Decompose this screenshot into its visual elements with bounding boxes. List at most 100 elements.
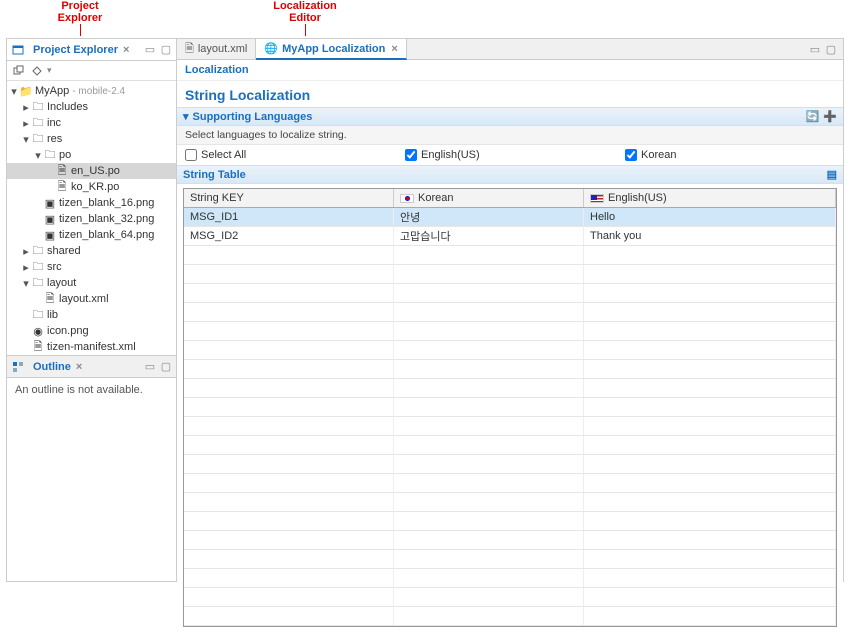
cell-english[interactable] [584, 322, 836, 340]
editor-tab-layout[interactable]: 🗎 layout.xml [177, 39, 256, 59]
cell-korean[interactable] [394, 341, 584, 359]
table-row[interactable] [184, 417, 836, 436]
cell-key[interactable] [184, 360, 394, 378]
cell-key[interactable] [184, 322, 394, 340]
table-row[interactable]: MSG_ID1안녕Hello [184, 208, 836, 227]
lang-english-checkbox[interactable]: English(US) [405, 149, 605, 161]
link-editor-icon[interactable] [29, 63, 45, 79]
col-korean[interactable]: Korean [394, 189, 584, 207]
tree-node-manifest[interactable]: 🗎tizen-manifest.xml [7, 339, 176, 355]
table-row[interactable] [184, 322, 836, 341]
cell-english[interactable] [584, 360, 836, 378]
tree-node-lib[interactable]: 🗀lib [7, 307, 176, 323]
editor-tab-localization[interactable]: 🌐 MyApp Localization × [256, 39, 406, 60]
col-english[interactable]: English(US) [584, 189, 836, 207]
cell-key[interactable] [184, 246, 394, 264]
cell-korean[interactable] [394, 493, 584, 511]
cell-key[interactable] [184, 265, 394, 283]
tree-node-en-us[interactable]: 🗎en_US.po [7, 163, 176, 179]
cell-english[interactable] [584, 550, 836, 568]
close-icon[interactable]: × [76, 361, 82, 373]
table-row[interactable] [184, 265, 836, 284]
cell-korean[interactable] [394, 569, 584, 587]
cell-key[interactable] [184, 474, 394, 492]
cell-english[interactable] [584, 341, 836, 359]
cell-key[interactable] [184, 493, 394, 511]
cell-english[interactable] [584, 512, 836, 530]
cell-korean[interactable] [394, 417, 584, 435]
cell-english[interactable] [584, 246, 836, 264]
minimize-icon[interactable]: ▭ [144, 44, 156, 56]
cell-korean[interactable] [394, 607, 584, 625]
table-options-icon[interactable]: ▤ [827, 168, 837, 181]
string-table-header[interactable]: String Table ▤ [177, 165, 843, 184]
table-row[interactable] [184, 360, 836, 379]
cell-korean[interactable] [394, 455, 584, 473]
chevron-right-icon[interactable]: ▸ [21, 245, 31, 258]
cell-korean[interactable]: 안녕 [394, 208, 584, 226]
cell-english[interactable]: Thank you [584, 227, 836, 245]
table-row[interactable] [184, 512, 836, 531]
table-row[interactable] [184, 455, 836, 474]
chevron-right-icon[interactable]: ▸ [21, 261, 31, 274]
cell-key[interactable] [184, 588, 394, 606]
chevron-down-icon[interactable]: ▾ [21, 277, 31, 290]
cell-key[interactable] [184, 303, 394, 321]
select-all-checkbox[interactable]: Select All [185, 149, 385, 161]
cell-key[interactable] [184, 569, 394, 587]
table-row[interactable] [184, 398, 836, 417]
cell-korean[interactable] [394, 436, 584, 454]
chevron-right-icon[interactable]: ▸ [21, 101, 31, 114]
table-row[interactable]: MSG_ID2고맙습니다Thank you [184, 227, 836, 246]
cell-english[interactable] [584, 379, 836, 397]
cell-english[interactable] [584, 303, 836, 321]
table-row[interactable] [184, 303, 836, 322]
table-row[interactable] [184, 341, 836, 360]
cell-key[interactable] [184, 531, 394, 549]
cell-key[interactable] [184, 550, 394, 568]
cell-korean[interactable] [394, 474, 584, 492]
cell-key[interactable] [184, 284, 394, 302]
cell-english[interactable] [584, 493, 836, 511]
cell-korean[interactable] [394, 512, 584, 530]
cell-korean[interactable] [394, 246, 584, 264]
cell-key[interactable] [184, 379, 394, 397]
table-row[interactable] [184, 379, 836, 398]
cell-english[interactable] [584, 436, 836, 454]
add-language-icon[interactable]: ➕ [823, 110, 837, 123]
close-icon[interactable]: × [123, 44, 129, 56]
cell-english[interactable] [584, 569, 836, 587]
close-icon[interactable]: × [391, 43, 397, 55]
refresh-icon[interactable]: 🔄 [806, 110, 820, 123]
table-row[interactable] [184, 493, 836, 512]
cell-korean[interactable] [394, 322, 584, 340]
table-row[interactable] [184, 436, 836, 455]
cell-korean[interactable] [394, 303, 584, 321]
cell-english[interactable] [584, 417, 836, 435]
cell-english[interactable] [584, 265, 836, 283]
chevron-right-icon[interactable]: ▸ [21, 117, 31, 130]
cell-korean[interactable] [394, 360, 584, 378]
cell-key[interactable] [184, 398, 394, 416]
col-string-key[interactable]: String KEY [184, 189, 394, 207]
cell-key[interactable] [184, 341, 394, 359]
maximize-icon[interactable]: ▢ [160, 44, 172, 56]
table-row[interactable] [184, 246, 836, 265]
cell-english[interactable] [584, 284, 836, 302]
cell-korean[interactable]: 고맙습니다 [394, 227, 584, 245]
cell-korean[interactable] [394, 588, 584, 606]
cell-english[interactable] [584, 588, 836, 606]
minimize-icon[interactable]: ▭ [809, 43, 821, 55]
tree-node-po[interactable]: ▾🗀po [7, 147, 176, 163]
cell-key[interactable] [184, 455, 394, 473]
cell-korean[interactable] [394, 398, 584, 416]
table-row[interactable] [184, 588, 836, 607]
maximize-icon[interactable]: ▢ [825, 43, 837, 55]
project-tree[interactable]: ▾ 📁 MyApp - mobile-2.4 ▸🗀Includes ▸🗀inc … [7, 81, 176, 355]
tree-node-layout[interactable]: ▾🗀layout [7, 275, 176, 291]
chevron-down-icon[interactable]: ▾ [9, 85, 19, 98]
supporting-languages-header[interactable]: ▾ Supporting Languages 🔄 ➕ [177, 107, 843, 126]
minimize-icon[interactable]: ▭ [144, 361, 156, 373]
tree-node-res[interactable]: ▾🗀res [7, 131, 176, 147]
collapse-all-icon[interactable] [11, 63, 27, 79]
